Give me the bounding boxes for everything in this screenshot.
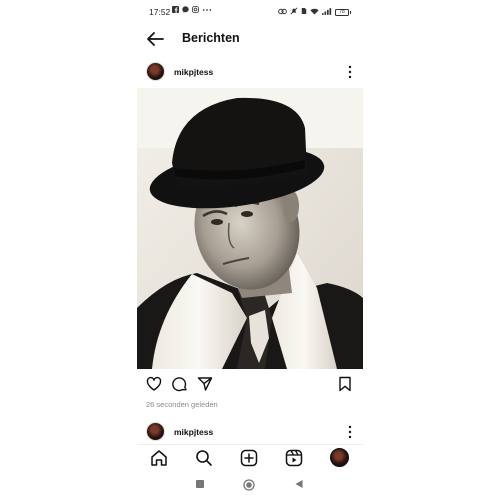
reels-icon[interactable] [285, 449, 303, 467]
like-heart-icon[interactable] [146, 376, 162, 392]
bookmark-icon[interactable] [337, 376, 353, 392]
instagram-icon [192, 6, 199, 15]
sim-icon [301, 7, 307, 17]
notification-icons [172, 6, 212, 15]
page-header: Berichten [137, 28, 363, 50]
post-header: mikpjtess [137, 61, 363, 83]
link-icon [278, 8, 287, 17]
wifi-icon [310, 8, 319, 17]
more-options-icon[interactable] [347, 65, 353, 79]
back-button[interactable] [294, 479, 304, 489]
home-icon[interactable] [150, 449, 168, 467]
more-options-icon[interactable] [347, 425, 353, 439]
home-button[interactable] [243, 479, 255, 491]
search-icon[interactable] [195, 449, 213, 467]
username[interactable]: mikpjtess [174, 67, 213, 77]
bottom-navigation [137, 444, 363, 470]
post-actions [137, 374, 363, 394]
messenger-icon [182, 6, 189, 15]
page-title: Berichten [182, 31, 240, 45]
more-dots-icon [202, 7, 212, 14]
username[interactable]: mikpjtess [174, 427, 213, 437]
facebook-icon [172, 6, 179, 15]
next-post-header: mikpjtess [137, 421, 363, 443]
status-time: 17:52 [149, 7, 171, 17]
post-photo[interactable] [137, 88, 363, 369]
man-in-top-hat-photo [137, 88, 363, 369]
avatar[interactable] [146, 422, 165, 441]
share-send-icon[interactable] [197, 376, 213, 392]
post-timestamp: 26 seconden geleden [146, 400, 218, 409]
recents-button[interactable] [195, 479, 205, 489]
signal-icon [322, 7, 332, 17]
create-icon[interactable] [240, 449, 258, 467]
system-navigation [137, 476, 363, 494]
comment-icon[interactable] [172, 376, 188, 392]
avatar[interactable] [146, 62, 165, 81]
status-right-icons: 78 [278, 7, 351, 17]
back-arrow-icon[interactable] [146, 31, 164, 47]
mute-icon [290, 7, 298, 17]
profile-avatar[interactable] [330, 448, 349, 467]
status-bar: 17:52 78 [137, 4, 363, 20]
phone-screen: 17:52 78 Berichten mikpjtess 26 seconden… [137, 0, 363, 500]
battery-icon: 78 [335, 8, 351, 16]
